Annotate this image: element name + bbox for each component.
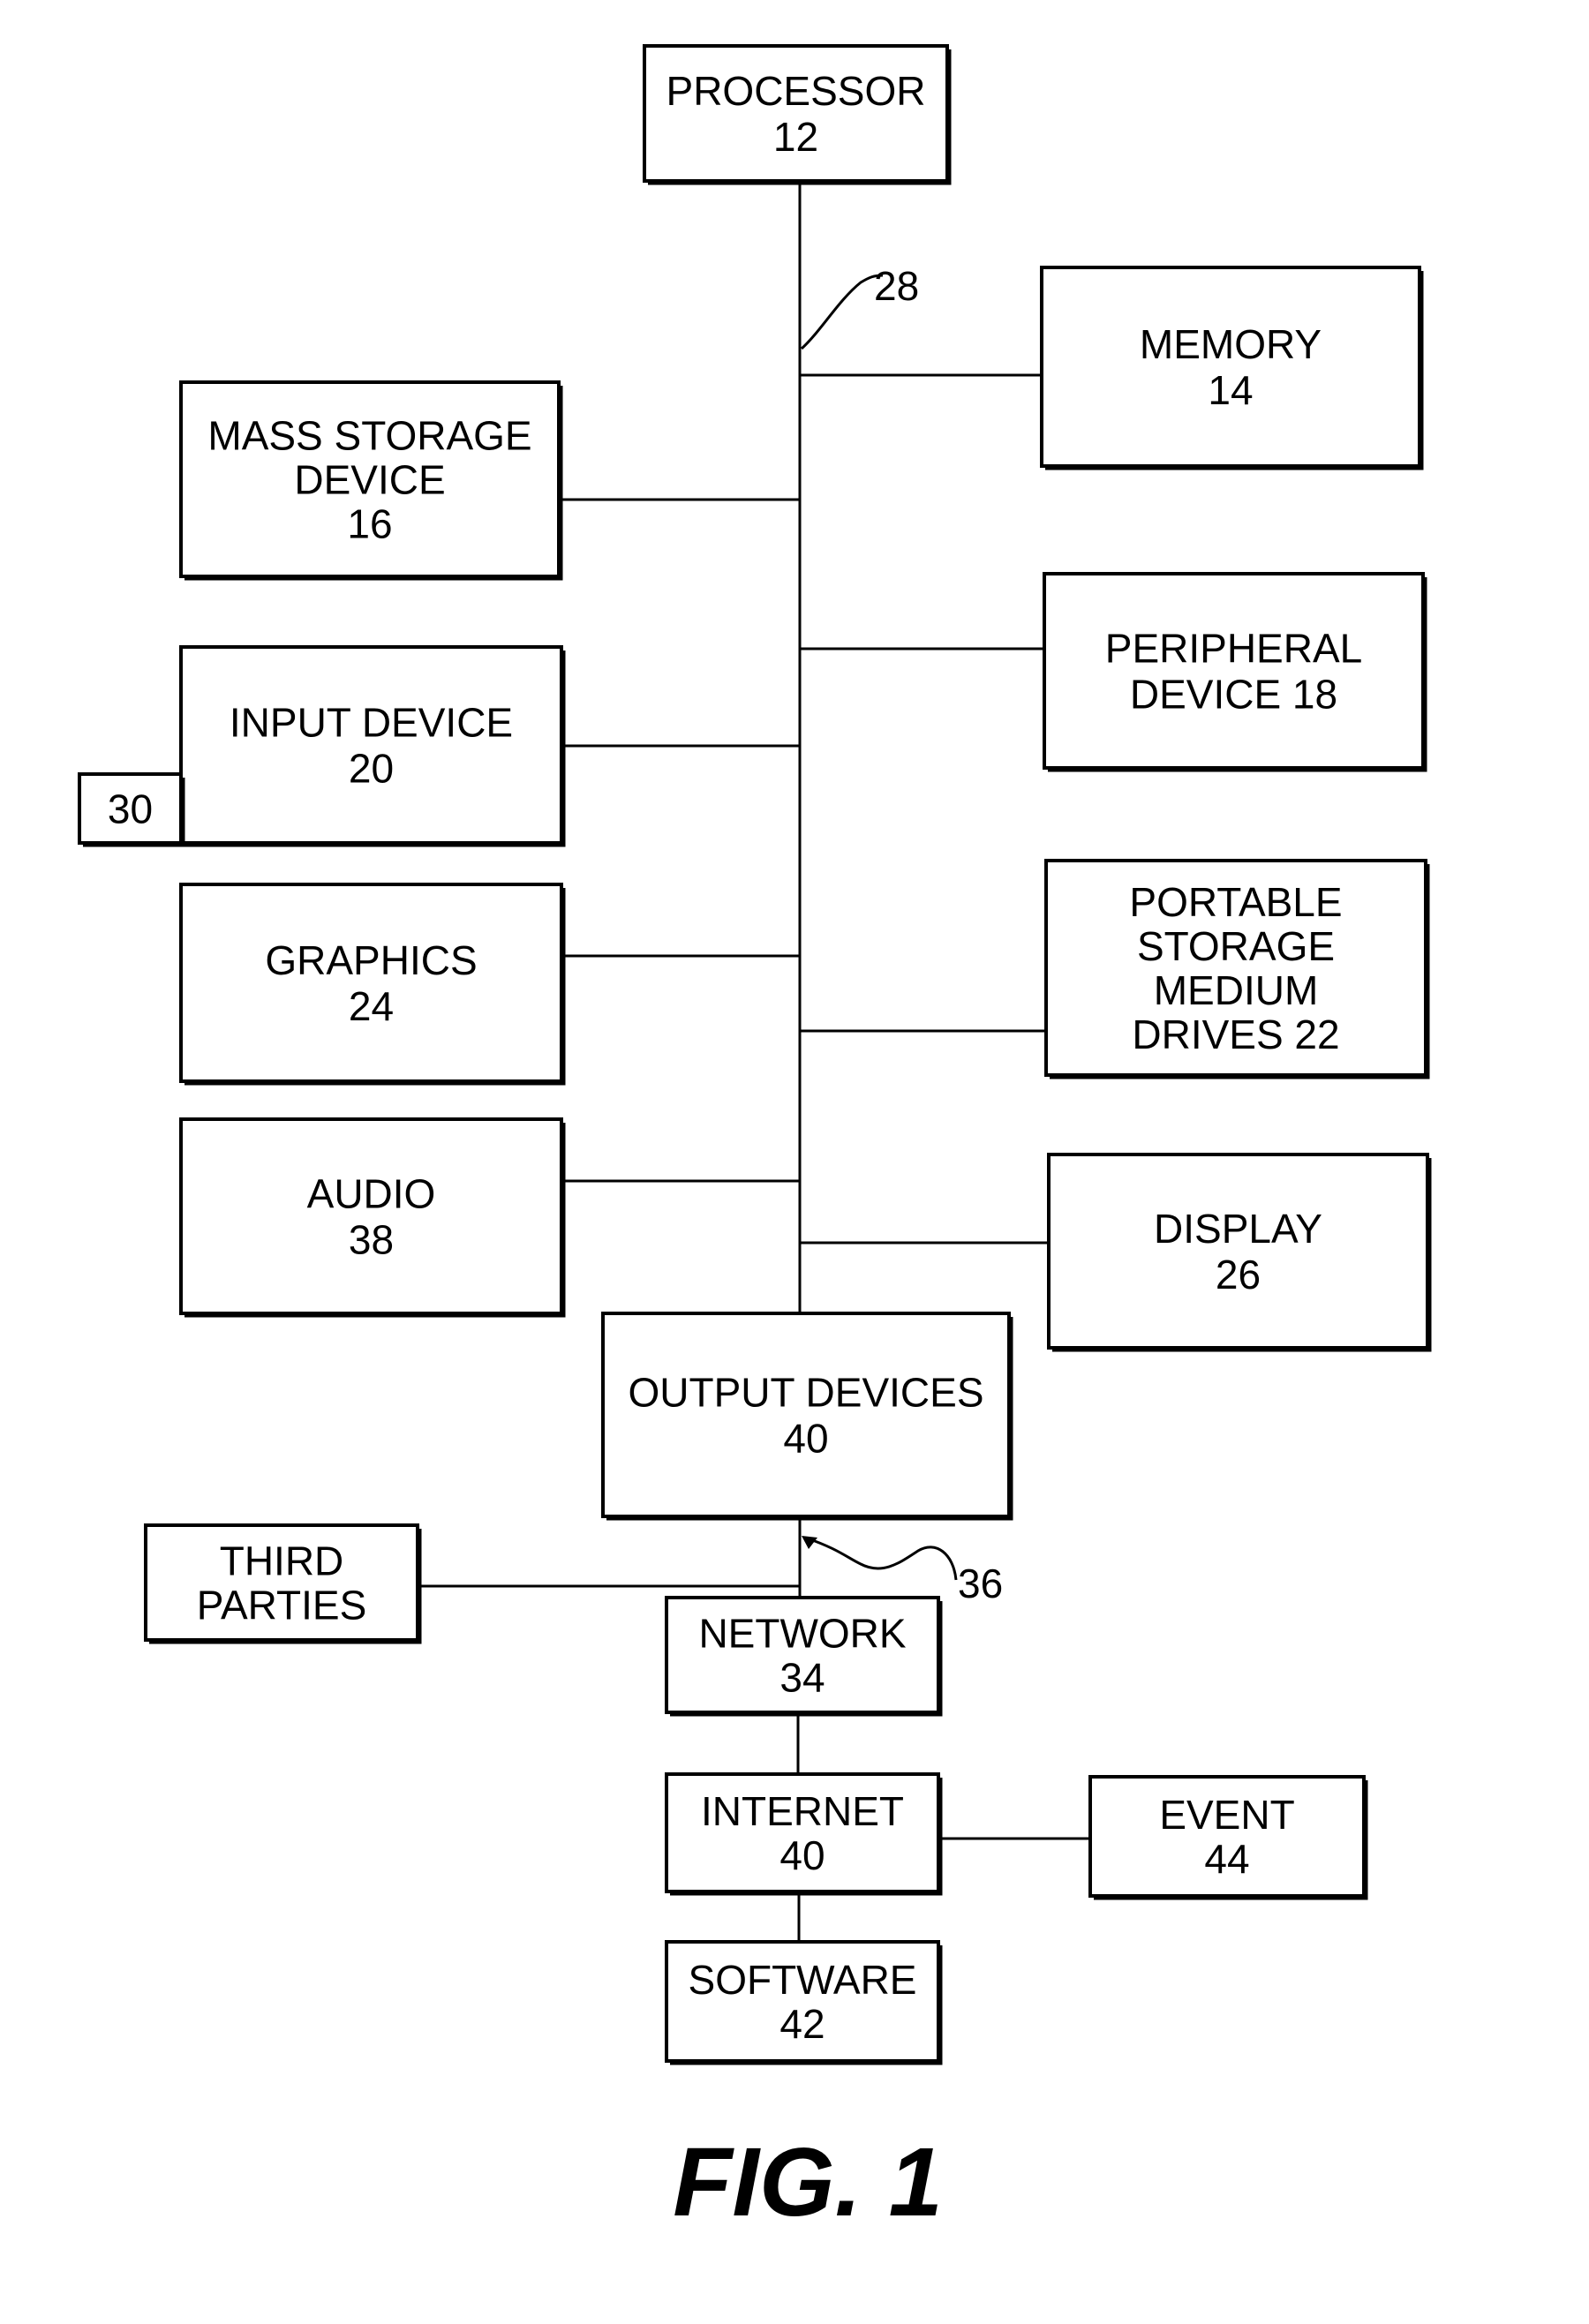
- block-display: DISPLAY26: [1047, 1153, 1432, 1352]
- block-label-line: 40: [783, 1416, 828, 1462]
- figure-caption: FIG. 1: [673, 2128, 943, 2237]
- block-label-line: 14: [1208, 367, 1253, 413]
- block-label-line: 34: [779, 1655, 825, 1701]
- block-label-line: 16: [347, 501, 392, 547]
- blocks-layer: PROCESSOR12 MEMORY14 MASS STORAGEDEVICE16 P…: [78, 44, 1432, 2065]
- block-graphics: GRAPHICS24: [179, 883, 566, 1086]
- block-label-line: DEVICE 18: [1130, 672, 1337, 718]
- block-label-line: PROCESSOR: [666, 68, 926, 114]
- network-link-leader: [804, 1536, 958, 1581]
- block-label-line: 38: [349, 1217, 394, 1263]
- system-bus: [559, 181, 1049, 1313]
- block-diagram: 28 36 PROCESSOR12MEMORY14MASS STORAGEDEV…: [78, 44, 1432, 2237]
- block-third-parties: THIRDPARTIES: [144, 1523, 422, 1644]
- block-label-line: PARTIES: [197, 1583, 367, 1628]
- bus-reference-label: 28: [874, 263, 919, 309]
- block-label-line: SOFTWARE: [689, 1957, 917, 2003]
- block-label-line: DRIVES 22: [1132, 1012, 1339, 1057]
- block-label-line: THIRD: [220, 1538, 344, 1584]
- block-label-line: MEMORY: [1140, 321, 1322, 367]
- block-label-line: 40: [779, 1832, 825, 1878]
- block-label-line: MEDIUM: [1154, 967, 1319, 1013]
- block-label-line: GRAPHICS: [265, 937, 477, 983]
- block-network: NETWORK34: [665, 1596, 943, 1717]
- block-label-line: 24: [349, 983, 394, 1029]
- block-memory: MEMORY14: [1040, 266, 1424, 470]
- block-output-devices: OUTPUT DEVICES40: [601, 1312, 1013, 1521]
- block-label-line: 42: [779, 2001, 825, 2047]
- block-audio: AUDIO38: [179, 1117, 566, 1318]
- block-label-line: INTERNET: [701, 1788, 904, 1834]
- block-label-line: 20: [349, 746, 394, 792]
- block-internet: INTERNET40: [665, 1772, 943, 1896]
- block-input-device: INPUT DEVICE20: [179, 645, 566, 847]
- block-portable-storage: PORTABLESTORAGEMEDIUMDRIVES 22: [1044, 859, 1430, 1079]
- block-mass-storage: MASS STORAGEDEVICE16: [179, 380, 563, 581]
- block-label-line: NETWORK: [698, 1611, 906, 1657]
- block-label-line: EVENT: [1159, 1792, 1294, 1838]
- block-label-line: OUTPUT DEVICES: [629, 1370, 984, 1416]
- block-peripheral: PERIPHERALDEVICE 18: [1043, 572, 1427, 772]
- block-label-line: PERIPHERAL: [1105, 626, 1362, 672]
- block-event: EVENT44: [1088, 1775, 1368, 1900]
- network-link-reference-label: 36: [958, 1561, 1003, 1606]
- block-label-line: 12: [773, 114, 818, 160]
- block-label-line: INPUT DEVICE: [230, 700, 513, 746]
- block-software: SOFTWARE42: [665, 1940, 943, 2065]
- block-label-line: 26: [1216, 1252, 1261, 1297]
- block-label-line: STORAGE: [1137, 923, 1335, 969]
- block-label-line: 44: [1204, 1836, 1249, 1882]
- bus-reference-leader: [800, 274, 884, 350]
- block-label-line: 30: [108, 786, 153, 832]
- block-input-accessory: 30: [78, 772, 185, 847]
- block-label-line: DEVICE: [294, 457, 445, 503]
- block-label-line: PORTABLE: [1129, 879, 1342, 925]
- block-label-line: MASS STORAGE: [207, 413, 531, 459]
- block-processor: PROCESSOR12: [643, 44, 952, 185]
- block-label-line: AUDIO: [307, 1171, 436, 1217]
- block-label-line: DISPLAY: [1154, 1206, 1322, 1252]
